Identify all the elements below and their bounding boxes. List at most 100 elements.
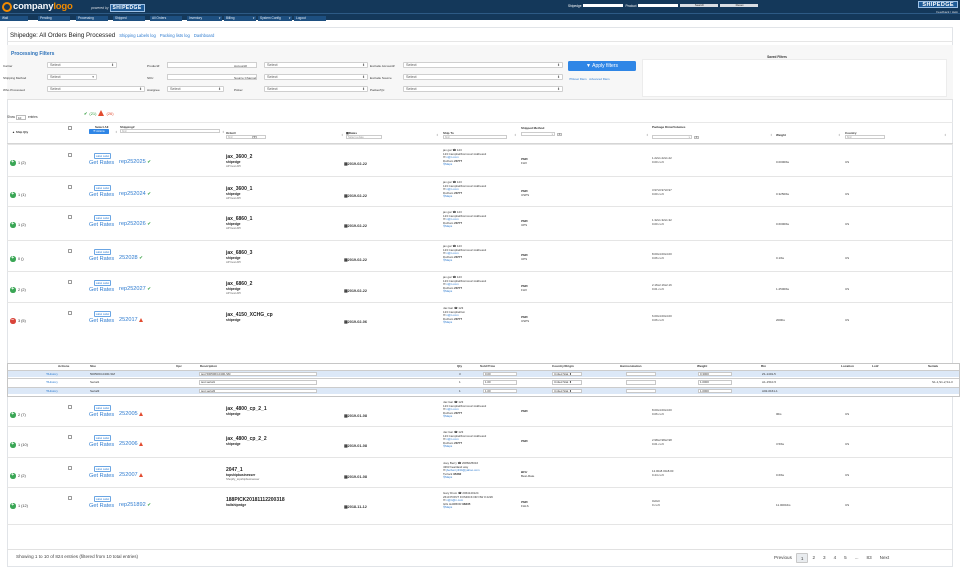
- shipped-method-select[interactable]: ▾: [521, 132, 555, 136]
- shipping-number-link[interactable]: 252017: [119, 317, 144, 323]
- bulk-actions-button[interactable]: ☰ Actions: [89, 129, 109, 134]
- shipping-number[interactable]: 252028: [119, 255, 138, 261]
- shipping-number[interactable]: rep252026: [119, 221, 146, 227]
- sort-icon[interactable]: ⬍: [944, 133, 947, 137]
- maps-link[interactable]: ⚲Maps: [443, 506, 493, 510]
- check-icon[interactable]: ✔: [84, 111, 87, 116]
- line-item-description-input[interactable]: test serial1: [199, 380, 317, 385]
- sort-icon[interactable]: ⬍: [514, 133, 517, 137]
- warning-icon[interactable]: [98, 110, 105, 116]
- history-link[interactable]: ⟲History: [46, 388, 58, 395]
- status-icon[interactable]: +: [10, 503, 16, 509]
- print-label-button[interactable]: Label Label: [94, 311, 111, 317]
- row-checkbox[interactable]: [68, 249, 72, 253]
- warning-count[interactable]: (26): [106, 111, 113, 116]
- nav-tab-all-orders[interactable]: All Orders: [150, 15, 182, 21]
- maps-link[interactable]: ⚲Maps: [443, 290, 486, 294]
- maps-link[interactable]: ⚲Maps: [443, 415, 486, 419]
- date-picker-input[interactable]: Select a date: [346, 135, 382, 139]
- row-checkbox[interactable]: [68, 466, 72, 470]
- who-processed-select[interactable]: Select: [47, 86, 145, 93]
- get-rates-link[interactable]: Get Rates: [89, 222, 114, 228]
- nav-tab-processing[interactable]: Processing: [76, 15, 108, 21]
- exclude-account-select[interactable]: Select: [403, 62, 563, 69]
- get-rates-link[interactable]: Get Rates: [89, 503, 114, 509]
- package-select[interactable]: ▾: [652, 135, 692, 139]
- packer-qc-select[interactable]: Select: [403, 86, 563, 93]
- shipping-number[interactable]: rep252027: [119, 286, 146, 292]
- search-button[interactable]: Search: [680, 3, 719, 8]
- status-icon[interactable]: +: [10, 256, 16, 262]
- assignee-select[interactable]: Select: [167, 86, 224, 93]
- account-select[interactable]: Select: [264, 62, 368, 69]
- line-item-country-select[interactable]: United Stat ⬍: [552, 371, 582, 377]
- maps-link[interactable]: ⚲Maps: [443, 225, 486, 229]
- get-rates-link[interactable]: Get Rates: [89, 318, 114, 324]
- package-clear-icon[interactable]: ×: [694, 135, 699, 139]
- shipping-number-link[interactable]: rep251892 ✔: [119, 502, 151, 508]
- pagination-page[interactable]: 1: [795, 552, 809, 563]
- get-rates-link[interactable]: Get Rates: [89, 412, 114, 418]
- company-logo[interactable]: company logo: [2, 1, 73, 12]
- shipping-find-input[interactable]: find: [120, 129, 220, 133]
- source-channel-select[interactable]: Select: [264, 74, 368, 81]
- th-shipped-method[interactable]: Shipped Method: [521, 126, 544, 130]
- order-find-input[interactable]: find: [226, 135, 266, 139]
- line-item-description-input[interactable]: test 5005063-0400-SM: [199, 371, 317, 377]
- ship-to-find-input[interactable]: find: [443, 135, 507, 139]
- print-label-button[interactable]: Label Label: [94, 215, 111, 221]
- row-checkbox[interactable]: [68, 496, 72, 500]
- line-item-price-input[interactable]: 1.00: [483, 380, 517, 385]
- shipping-number[interactable]: 252006: [119, 441, 138, 447]
- line-item-country-select[interactable]: United Stat ⬍: [552, 388, 582, 394]
- sort-icon[interactable]: ⬍: [115, 130, 118, 134]
- shipping-number-link[interactable]: rep252025 ✔: [119, 159, 151, 165]
- nav-tab-shipped[interactable]: Shipped: [113, 15, 145, 21]
- row-checkbox[interactable]: [68, 185, 72, 189]
- print-label-button[interactable]: Label Label: [94, 153, 111, 159]
- select-all-checkbox[interactable]: [68, 126, 72, 130]
- th-weight[interactable]: Weight: [776, 133, 786, 137]
- shipedge-brand-logo[interactable]: SHIPEDGE: [918, 1, 958, 8]
- shipping-number-link[interactable]: rep252024 ✔: [119, 191, 151, 197]
- line-item-weight-input[interactable]: 1.0000: [698, 388, 732, 394]
- get-rates-link[interactable]: Get Rates: [89, 287, 114, 293]
- line-item-harmonization-input[interactable]: [626, 380, 656, 385]
- shipping-number-link[interactable]: 252007: [119, 472, 144, 478]
- nav-tab-inventory[interactable]: Inventory: [187, 15, 222, 21]
- row-checkbox[interactable]: [68, 311, 72, 315]
- status-icon[interactable]: −: [10, 318, 16, 324]
- country-find-input[interactable]: find: [845, 135, 885, 139]
- shipping-number-link[interactable]: 252028 ✔: [119, 255, 143, 261]
- print-label-button[interactable]: Label Label: [94, 496, 111, 502]
- shipping-number[interactable]: rep251892: [119, 502, 146, 508]
- row-checkbox[interactable]: [68, 435, 72, 439]
- status-icon[interactable]: +: [10, 192, 16, 198]
- history-link[interactable]: ⟲History: [46, 379, 58, 386]
- apply-filters-button[interactable]: ▼ Apply filters: [568, 61, 636, 71]
- shipping-number[interactable]: rep252025: [119, 159, 146, 165]
- row-checkbox[interactable]: [68, 405, 72, 409]
- status-icon[interactable]: +: [10, 222, 16, 228]
- maps-link[interactable]: ⚲Maps: [443, 163, 486, 167]
- pagination-page[interactable]: 3: [819, 553, 830, 563]
- line-item-weight-input[interactable]: 1.0000: [698, 380, 732, 385]
- shipping-number-link[interactable]: rep252027 ✔: [119, 286, 151, 292]
- print-label-button[interactable]: Label Label: [94, 466, 111, 472]
- reset-filters-link[interactable]: ⟳Reset filters: [569, 77, 587, 81]
- maps-link[interactable]: ⚲Maps: [443, 445, 486, 449]
- sort-icon[interactable]: ⬍: [436, 133, 439, 137]
- th-ship-qty[interactable]: ▲ Ship Qty: [12, 130, 28, 134]
- sort-icon[interactable]: ⬍: [838, 133, 841, 137]
- shipping-number-link[interactable]: rep252026 ✔: [119, 221, 151, 227]
- line-item-weight-input[interactable]: 0.3000: [698, 371, 732, 377]
- row-checkbox[interactable]: [68, 153, 72, 157]
- nav-tab-billing[interactable]: Billing: [224, 15, 256, 21]
- pagination-page[interactable]: 5: [840, 553, 851, 563]
- line-item-harmonization-input[interactable]: [626, 388, 656, 394]
- entries-per-page-select[interactable]: 10: [16, 115, 27, 120]
- print-label-button[interactable]: Label Label: [94, 185, 111, 191]
- nav-tab-logout[interactable]: Logout: [294, 15, 326, 21]
- pagination-page[interactable]: 2: [808, 553, 819, 563]
- print-label-button[interactable]: Label Label: [94, 249, 111, 255]
